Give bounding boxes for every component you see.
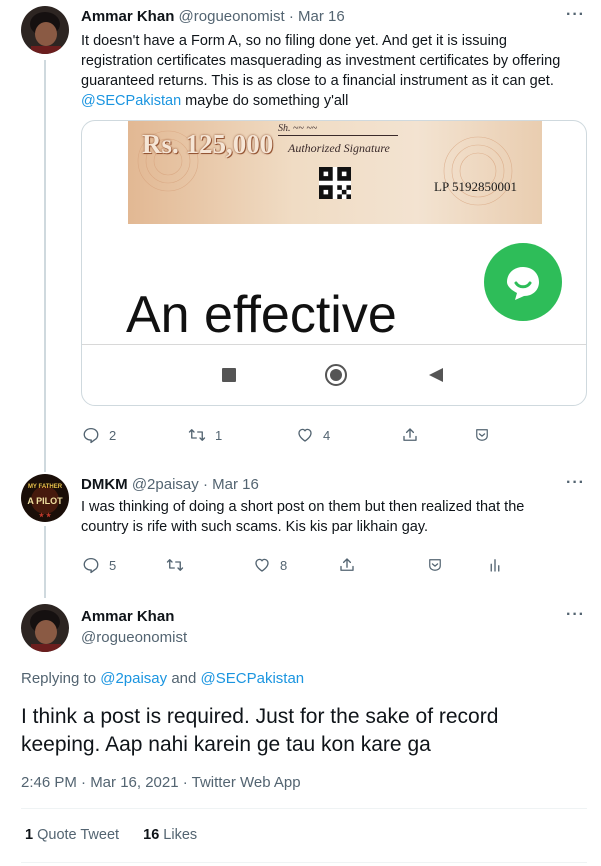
analytics-icon	[490, 559, 500, 572]
like-count: 8	[280, 557, 288, 573]
like-button[interactable]: 4	[296, 426, 330, 444]
likes-count: 16	[143, 827, 160, 843]
quote-label: Quote Tweet	[37, 827, 120, 843]
engagement-stats: 1 Quote Tweet 16 Likes	[25, 827, 197, 843]
certificate-serial: LP 5192850001	[434, 179, 517, 194]
divider	[21, 862, 587, 863]
likes-link[interactable]: 16 Likes	[143, 827, 197, 843]
like-button[interactable]: 8	[253, 556, 287, 574]
retweet-icon	[188, 429, 206, 441]
replying-to: Replying to @2paisay and @SECPakistan	[21, 670, 304, 687]
retweet-button[interactable]: 1	[188, 426, 222, 444]
reply-icon	[83, 557, 99, 574]
svg-text:★ ★: ★ ★	[39, 512, 52, 519]
signature-label: Authorized Signature	[288, 141, 390, 155]
tweet-text-line: It doesn't have a Form A, so no filing d…	[81, 33, 507, 49]
home-circle-icon	[325, 364, 347, 386]
reply-count: 2	[109, 427, 117, 443]
share-icon	[340, 558, 354, 571]
tweet-text-line: keeping. Aap nahi karein ge tau kon kare…	[21, 733, 431, 756]
reply-button[interactable]: 5	[82, 556, 116, 574]
tweet-text-fragment: maybe do something y'all	[181, 93, 349, 109]
more-options-button[interactable]: ···	[566, 474, 585, 492]
chevron-down-icon	[429, 559, 441, 571]
media-card[interactable]: Rs. 125,000 Sh. ~~ ~~ Authorized Signatu…	[81, 120, 587, 406]
reply-button[interactable]: 2	[82, 426, 116, 444]
tweet-text-line: registration certificates masquerading a…	[81, 53, 561, 69]
tweet-text-line: I think a post is required. Just for the…	[21, 705, 499, 728]
display-name[interactable]: Ammar Khan	[81, 8, 174, 25]
tweet-header: Ammar Khan @rogueonomist · Mar 16	[81, 8, 345, 25]
svg-text:A PILOT: A PILOT	[27, 496, 63, 506]
signature-scribble: Sh. ~~ ~~	[278, 123, 398, 136]
user-handle[interactable]: @2paisay	[132, 476, 199, 493]
tweet-text: I was thinking of doing a short post on …	[81, 497, 586, 537]
quote-tweets-link[interactable]: 1 Quote Tweet	[25, 827, 119, 843]
mute-chevron-button[interactable]	[473, 426, 491, 444]
display-name[interactable]: Ammar Khan	[81, 608, 174, 625]
analytics-button[interactable]	[486, 556, 504, 574]
tweet-text-line: I was thinking of doing a short post on …	[81, 499, 525, 515]
chevron-down-icon	[476, 429, 488, 441]
tweet-text: It doesn't have a Form A, so no filing d…	[81, 31, 586, 111]
mention-link[interactable]: @2paisay	[100, 670, 167, 687]
avatar[interactable]	[21, 6, 69, 54]
reply-icon	[83, 427, 99, 444]
tweet-text-line: @SECPakistan maybe do something y'all	[81, 91, 586, 111]
tweet-text: I think a post is required. Just for the…	[21, 703, 498, 759]
heart-icon	[298, 428, 312, 442]
more-options-button[interactable]: ···	[566, 606, 585, 624]
divider	[21, 808, 587, 809]
mention-link[interactable]: @SECPakistan	[201, 670, 305, 687]
thread-line	[44, 526, 46, 598]
tweet-date[interactable]: · Mar 16	[203, 476, 259, 493]
quote-count: 1	[25, 827, 34, 843]
share-button[interactable]	[338, 556, 356, 574]
tweet-timestamp[interactable]: 2:46 PM · Mar 16, 2021 · Twitter Web App	[21, 774, 301, 791]
more-options-button[interactable]: ···	[566, 6, 585, 24]
mute-chevron-button[interactable]	[426, 556, 444, 574]
user-handle[interactable]: @rogueonomist	[81, 629, 187, 646]
reply-count: 5	[109, 557, 117, 573]
heart-icon	[255, 558, 269, 572]
retweet-button[interactable]	[166, 556, 193, 574]
tweet-text-line: guaranteed returns. This is as close to …	[81, 73, 554, 89]
tweet-date[interactable]: · Mar 16	[289, 8, 345, 25]
thread-line	[44, 60, 46, 472]
avatar[interactable]	[21, 604, 69, 652]
likes-label: Likes	[163, 827, 198, 843]
replying-and: and	[171, 670, 197, 687]
tweet-text-line: country is rife with such scams. Kis kis…	[81, 519, 429, 535]
retweet-icon	[166, 559, 184, 571]
like-count: 4	[323, 427, 331, 443]
share-icon	[403, 428, 417, 441]
display-name[interactable]: DMKM	[81, 476, 128, 493]
qr-code-icon	[319, 167, 351, 199]
retweet-count: 1	[215, 427, 223, 443]
tweet-header: DMKM @2paisay · Mar 16	[81, 476, 259, 493]
chat-bubble-icon	[507, 267, 539, 300]
mention-link[interactable]: @SECPakistan	[81, 93, 181, 109]
replying-prefix: Replying to	[21, 670, 97, 687]
avatar[interactable]: MY FATHER A PILOT ★ ★	[21, 474, 69, 522]
user-handle[interactable]: @rogueonomist	[179, 8, 285, 25]
certificate-amount: Rs. 125,000	[142, 129, 274, 159]
android-nav-divider	[82, 344, 586, 345]
certificate-image: Rs. 125,000 Sh. ~~ ~~ Authorized Signatu…	[128, 121, 542, 224]
chat-button[interactable]	[484, 243, 562, 321]
media-headline: An effective	[126, 286, 397, 344]
stop-icon	[222, 368, 236, 382]
back-triangle-icon	[429, 368, 443, 382]
share-button[interactable]	[401, 426, 419, 444]
avatar-text: MY FATHER	[28, 484, 63, 490]
